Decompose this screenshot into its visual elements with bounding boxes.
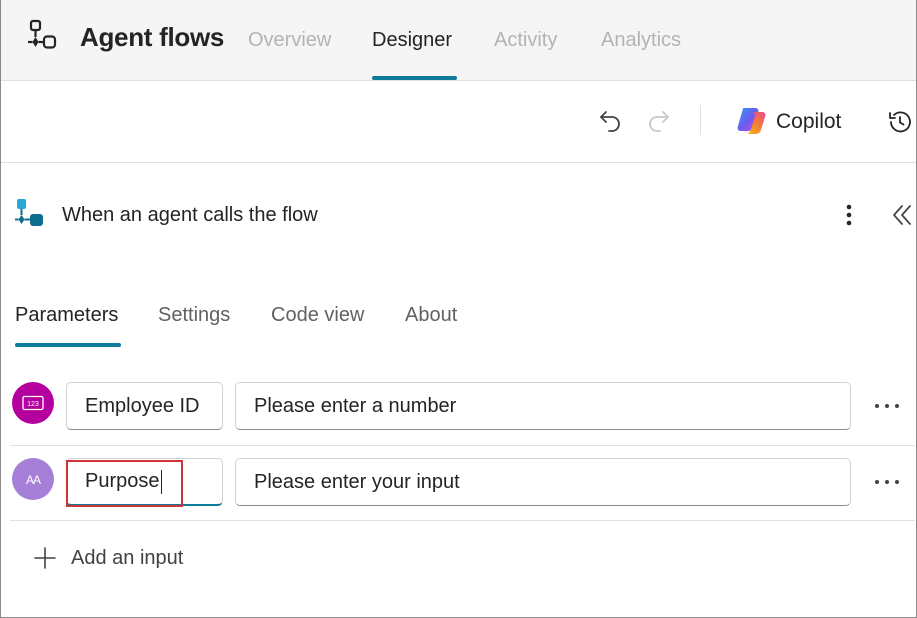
copilot-button[interactable]: Copilot — [733, 101, 853, 141]
row-more-options-icon[interactable] — [875, 396, 899, 416]
agent-flow-trigger-icon — [15, 199, 43, 226]
tab-activity[interactable]: Activity — [494, 29, 557, 52]
parameter-name-value: Purpose — [85, 470, 160, 492]
number-badge-icon: 123 — [22, 395, 44, 411]
redo-icon[interactable] — [644, 106, 672, 134]
parameter-name-input-focused[interactable]: Purpose — [66, 458, 223, 506]
text-badge-icon: AA — [26, 473, 42, 487]
tab-about[interactable]: About — [405, 304, 457, 327]
row-divider — [10, 520, 915, 521]
tab-parameters[interactable]: Parameters — [15, 304, 118, 327]
agent-flows-app-icon — [28, 19, 57, 49]
add-input-button[interactable]: Add an input — [33, 543, 183, 573]
parameter-name-input[interactable]: Employee ID — [66, 382, 223, 430]
tab-analytics[interactable]: Analytics — [601, 29, 681, 52]
tab-designer[interactable]: Designer — [372, 29, 452, 52]
history-icon[interactable] — [886, 108, 914, 136]
row-divider — [10, 445, 915, 446]
active-tab-indicator — [372, 76, 457, 80]
app-header: Agent flows Overview Designer Activity A… — [1, 0, 916, 81]
add-input-label: Add an input — [71, 546, 184, 569]
copilot-icon — [737, 108, 766, 134]
app-title: Agent flows — [80, 22, 225, 52]
tab-code-view[interactable]: Code view — [271, 304, 364, 327]
copilot-label: Copilot — [776, 110, 842, 133]
trigger-title: When an agent calls the flow — [62, 204, 318, 226]
row-more-options-icon[interactable] — [875, 472, 899, 492]
number-badge-text: 123 — [27, 401, 39, 408]
tab-settings[interactable]: Settings — [158, 304, 230, 327]
number-type-icon: 123 — [12, 382, 54, 424]
tab-overview[interactable]: Overview — [248, 29, 331, 52]
more-options-icon[interactable] — [838, 202, 860, 228]
undo-icon[interactable] — [597, 106, 625, 134]
parameter-description-input[interactable]: Please enter a number — [235, 382, 851, 430]
toolbar-divider — [700, 105, 701, 135]
designer-toolbar: Copilot — [1, 81, 916, 163]
collapse-panel-icon[interactable] — [890, 202, 914, 228]
text-type-icon: AA — [12, 458, 54, 500]
parameter-description-input[interactable]: Please enter your input — [235, 458, 851, 506]
text-caret — [160, 469, 162, 494]
text-badge-text: AA — [26, 473, 41, 487]
active-subtab-indicator — [15, 343, 121, 347]
plus-icon — [34, 547, 56, 569]
